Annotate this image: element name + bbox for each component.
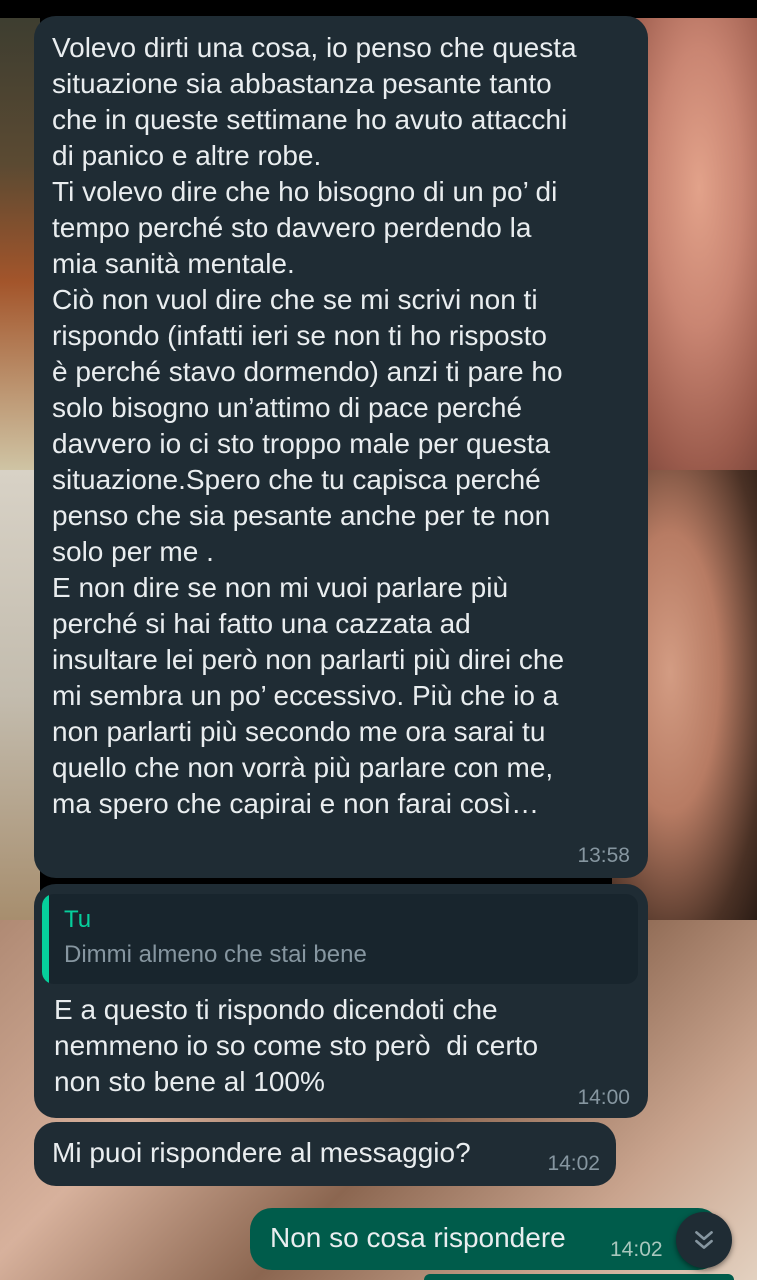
scroll-to-bottom-button[interactable] <box>676 1212 732 1268</box>
quote-accent-bar <box>42 894 49 984</box>
incoming-reply-message[interactable]: Tu Dimmi almeno che stai bene E a questo… <box>34 884 648 1118</box>
next-outgoing-message-edge <box>424 1274 734 1280</box>
message-time: 14:02 <box>547 1152 600 1175</box>
incoming-message[interactable]: Mi puoi rispondere al messaggio? 14:02 <box>34 1122 616 1186</box>
message-time: 13:58 <box>577 844 630 867</box>
message-text: Volevo dirti una cosa, io penso che ques… <box>52 32 577 819</box>
message-text: Mi puoi rispondere al messaggio? <box>52 1137 471 1168</box>
quote-author: Tu <box>64 906 92 933</box>
double-chevron-down-icon <box>695 1231 713 1249</box>
message-time: 14:00 <box>577 1086 630 1109</box>
quoted-message[interactable]: Tu Dimmi almeno che stai bene <box>42 894 638 984</box>
incoming-message[interactable]: Volevo dirti una cosa, io penso che ques… <box>34 16 648 878</box>
message-text: E a questo ti rispondo dicendoti che nem… <box>54 994 539 1097</box>
message-time: 14:02 <box>610 1238 663 1261</box>
quote-text: Dimmi almeno che stai bene <box>64 941 367 968</box>
outgoing-message[interactable]: Non so cosa rispondere 14:02 <box>250 1208 720 1270</box>
